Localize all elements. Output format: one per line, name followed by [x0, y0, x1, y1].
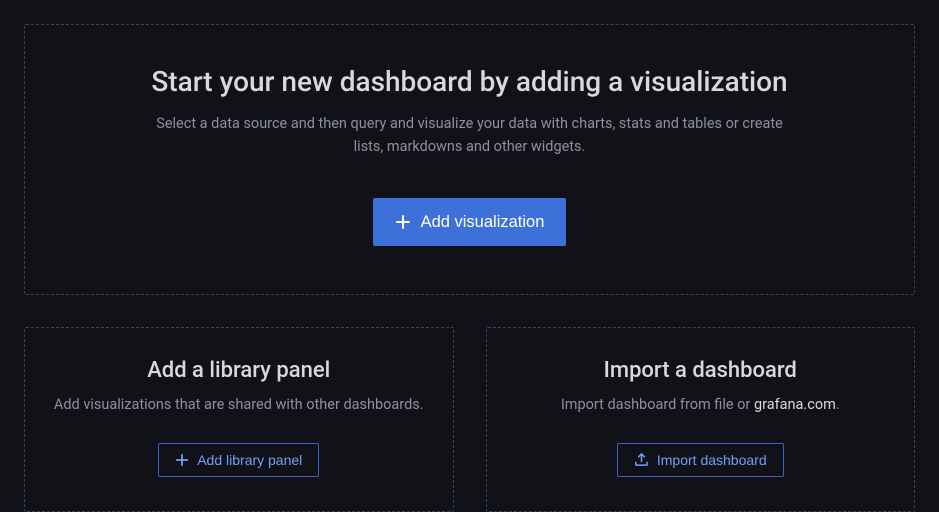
- add-library-panel-button[interactable]: Add library panel: [158, 443, 319, 477]
- import-desc-suffix: .: [836, 396, 840, 413]
- add-visualization-card: Start your new dashboard by adding a vis…: [24, 24, 915, 295]
- plus-icon: [395, 214, 411, 230]
- import-dashboard-card: Import a dashboard Import dashboard from…: [486, 327, 916, 511]
- add-visualization-button[interactable]: Add visualization: [373, 198, 567, 246]
- library-title: Add a library panel: [147, 358, 330, 383]
- add-visualization-label: Add visualization: [421, 213, 545, 232]
- main-subtitle: Select a data source and then query and …: [150, 112, 790, 158]
- add-library-panel-card: Add a library panel Add visualizations t…: [24, 327, 454, 511]
- library-desc: Add visualizations that are shared with …: [54, 393, 424, 416]
- grafana-link[interactable]: grafana.com: [754, 396, 836, 413]
- add-library-panel-label: Add library panel: [197, 452, 302, 468]
- plus-icon: [175, 453, 189, 467]
- import-title: Import a dashboard: [604, 358, 797, 383]
- import-dashboard-label: Import dashboard: [657, 452, 767, 468]
- import-desc: Import dashboard from file or grafana.co…: [561, 393, 840, 416]
- import-desc-prefix: Import dashboard from file or: [561, 396, 754, 413]
- main-title: Start your new dashboard by adding a vis…: [151, 65, 787, 98]
- import-dashboard-button[interactable]: Import dashboard: [617, 443, 784, 477]
- upload-icon: [634, 452, 649, 467]
